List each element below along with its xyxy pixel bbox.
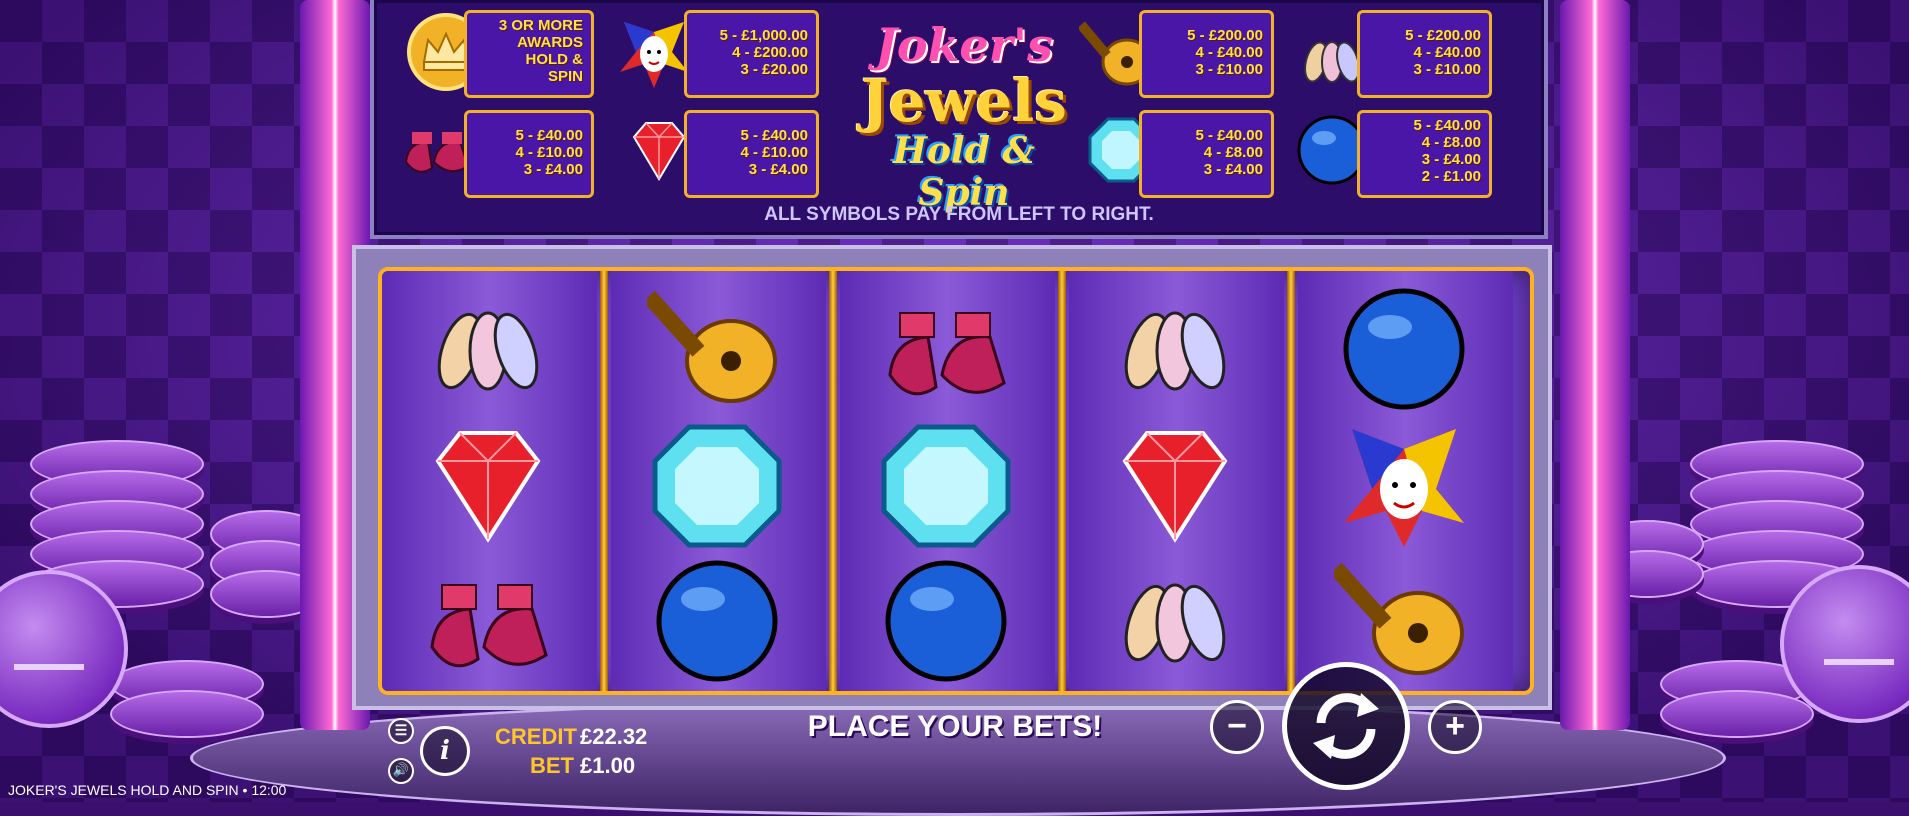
paytable-text: 3 - £4.00 (748, 161, 808, 178)
paytable-text: 5 - £200.00 (1187, 27, 1263, 44)
bet-value: £1.00 (580, 753, 636, 778)
clock: 12:00 (251, 782, 287, 798)
info-button[interactable]: i (420, 726, 470, 776)
blue-ball-icon (885, 560, 1007, 682)
paytable-text: 5 - £200.00 (1405, 27, 1481, 44)
plus-icon: + (1445, 707, 1465, 745)
paytable-ruby-box: 5 - £40.00 4 - £10.00 3 - £4.00 (684, 110, 819, 198)
paytable-text: 3 - £10.00 (1195, 61, 1263, 78)
blue-ball-symbol (1334, 283, 1474, 413)
reel-frame (352, 245, 1552, 710)
blue-gem-icon (652, 424, 782, 548)
blue-gem-icon (881, 424, 1011, 548)
paytable-text: 5 - £40.00 (1195, 127, 1263, 144)
paytable-text: HOLD & (525, 51, 584, 68)
paytable-text: 3 - £10.00 (1413, 61, 1481, 78)
paytable-text: 5 - £1,000.00 (719, 27, 808, 44)
spin-button[interactable] (1282, 662, 1410, 790)
paytable-text: 3 OR MORE (498, 17, 583, 34)
spin-arrows-icon (1313, 693, 1379, 759)
paytable-crown-box: 3 OR MORE AWARDS HOLD & SPIN (464, 10, 594, 98)
joker-symbol (1334, 419, 1474, 549)
increase-bet-button[interactable]: + (1428, 700, 1482, 754)
coin (110, 690, 264, 738)
paytable-text: 5 - £40.00 (515, 127, 583, 144)
juggling-pins-icon (1124, 583, 1226, 663)
minus-icon: − (1227, 707, 1247, 745)
paytable-text: 4 - £10.00 (515, 144, 583, 161)
red-gem-icon (1122, 431, 1228, 543)
bet-label: BET (530, 753, 574, 778)
reel-divider (1287, 271, 1295, 691)
paytable-text: 4 - £40.00 (1195, 44, 1263, 61)
jester-shoes-icon (430, 584, 548, 668)
paytable-text: 5 - £40.00 (1413, 117, 1481, 134)
paytable-ball-box: 5 - £40.00 4 - £8.00 3 - £4.00 2 - £1.00 (1357, 110, 1492, 198)
right-neon-pillar (1560, 0, 1630, 730)
red-gem-symbol (418, 419, 558, 549)
paytable-note: ALL SYMBOLS PAY FROM LEFT TO RIGHT. (764, 204, 1154, 225)
menu-button[interactable]: ☰ (388, 718, 414, 744)
reel-divider (1058, 271, 1066, 691)
credit-value: £22.32 (580, 724, 648, 749)
decrease-bet-button[interactable]: − (1210, 700, 1264, 754)
joker-icon (620, 22, 688, 88)
paytable-text: 4 - £40.00 (1413, 44, 1481, 61)
paytable-text: 3 - £20.00 (740, 61, 808, 78)
paytable-text: 4 - £200.00 (732, 44, 808, 61)
game-title: JOKER'S JEWELS HOLD AND SPIN (8, 782, 239, 798)
reel-divider (600, 271, 608, 691)
paytable-lute-box: 5 - £200.00 4 - £40.00 3 - £10.00 (1139, 10, 1274, 98)
blue-ball-icon (1343, 288, 1465, 410)
footer: JOKER'S JEWELS HOLD AND SPIN • 12:00 (8, 782, 286, 798)
blue-ball-symbol (647, 555, 787, 685)
red-gem-icon (435, 431, 541, 543)
paytable-text: AWARDS (517, 34, 583, 51)
blue-gem-symbol (647, 419, 787, 549)
paytable-text: 3 - £4.00 (1203, 161, 1263, 178)
game-logo: Joker's Jewels Hold & Spin (844, 18, 1084, 214)
paytable-shoes-box: 5 - £40.00 4 - £10.00 3 - £4.00 (464, 110, 594, 198)
logo-line-2: Jewels (861, 67, 1067, 135)
credit-label: CREDIT (495, 724, 577, 749)
paytable-text: 3 - £4.00 (1421, 151, 1481, 168)
jester-shoes-symbol (876, 283, 1016, 413)
paytable-text: 4 - £8.00 (1421, 134, 1481, 151)
paytable-text: 4 - £10.00 (740, 144, 808, 161)
reel-divider (829, 271, 837, 691)
paytable-joker-box: 5 - £1,000.00 4 - £200.00 3 - £20.00 (684, 10, 819, 98)
juggling-pins-symbol (418, 283, 558, 413)
menu-icon: ☰ (394, 722, 408, 738)
lute-symbol (642, 283, 787, 413)
paytable-pins-box: 5 - £200.00 4 - £40.00 3 - £10.00 (1357, 10, 1492, 98)
paytable: 3 OR MORE AWARDS HOLD & SPIN 5 - £1,000.… (370, 0, 1548, 239)
jester-shoes-icon (888, 312, 1006, 396)
juggling-pins-icon (1124, 311, 1226, 391)
jester-shoes-symbol (418, 555, 558, 685)
coin (1660, 690, 1814, 738)
status-message: PLACE YOUR BETS! (807, 710, 1103, 743)
juggling-pins-symbol (1105, 555, 1245, 685)
info-icon: i (440, 736, 450, 766)
logo-line-3: Hold & Spin (893, 130, 1035, 214)
blue-gem-symbol (876, 419, 1016, 549)
logo-line-1: Joker's (875, 18, 1053, 72)
paytable-diamond-box: 5 - £40.00 4 - £8.00 3 - £4.00 (1139, 110, 1274, 198)
paytable-text: 2 - £1.00 (1421, 168, 1481, 185)
paytable-text: 5 - £40.00 (740, 127, 808, 144)
sound-icon: 🔊 (392, 762, 410, 777)
blue-ball-symbol (876, 555, 1016, 685)
juggling-pins-icon (437, 311, 539, 391)
red-gem-symbol (1105, 419, 1245, 549)
paytable-text: 3 - £4.00 (523, 161, 583, 178)
footer-separator: • (242, 782, 248, 798)
lute-icon (642, 290, 777, 403)
reel-window (378, 267, 1534, 695)
blue-ball-icon (656, 560, 778, 682)
juggling-pins-symbol (1105, 283, 1245, 413)
paytable-text: SPIN (547, 68, 583, 85)
sound-button[interactable]: 🔊 (388, 758, 414, 784)
joker-icon (1344, 429, 1464, 547)
paytable-text: 4 - £8.00 (1203, 144, 1263, 161)
